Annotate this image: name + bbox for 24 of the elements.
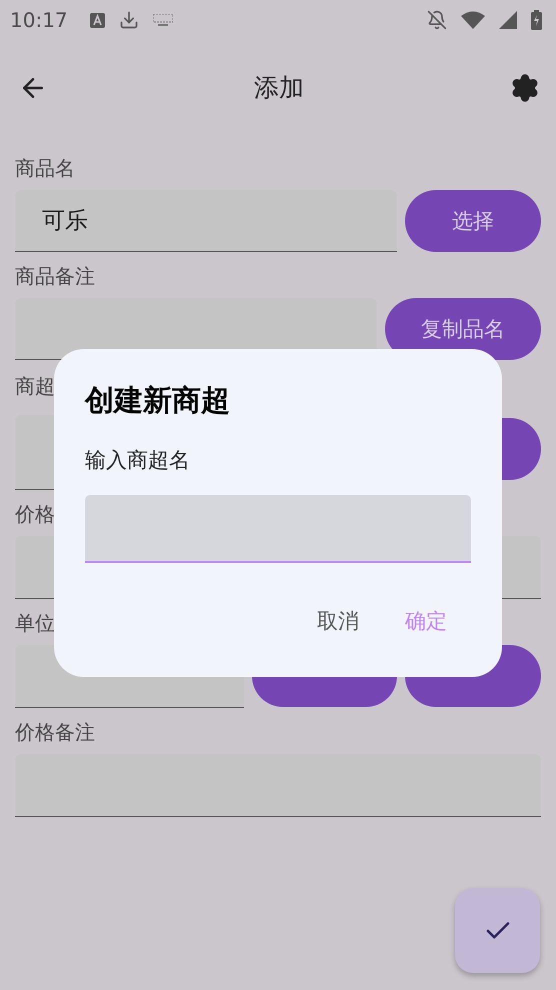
download-icon (118, 10, 139, 30)
name-input-field[interactable] (85, 495, 471, 563)
confirm-fab[interactable] (455, 888, 540, 973)
dialog-button[interactable]: 取消 (309, 603, 367, 639)
font-icon (90, 12, 105, 28)
field-label: 商品备注 (15, 263, 95, 290)
dialog-button[interactable]: 确定 (397, 603, 455, 639)
wifi-icon (461, 11, 485, 29)
status-time: 10:17 (10, 8, 68, 32)
field-label: 商品名 (15, 155, 75, 182)
dialog-title: 创建新商超 (85, 382, 231, 419)
page-title: 添加 (253, 72, 305, 104)
text-field[interactable] (15, 754, 541, 817)
text-field[interactable]: 可乐 (15, 190, 397, 252)
battery-icon (531, 10, 542, 30)
dialog-label: 输入商超名 (85, 447, 191, 474)
keyboard-icon (152, 14, 173, 26)
signal-icon (499, 11, 517, 29)
bell-off-icon (427, 10, 447, 30)
field-label: 商超 (15, 373, 55, 400)
field-label: 价格 (15, 501, 55, 528)
field-label: 单位 (15, 610, 55, 637)
action-button[interactable]: 选择 (405, 190, 541, 252)
field-label: 价格备注 (15, 719, 95, 746)
